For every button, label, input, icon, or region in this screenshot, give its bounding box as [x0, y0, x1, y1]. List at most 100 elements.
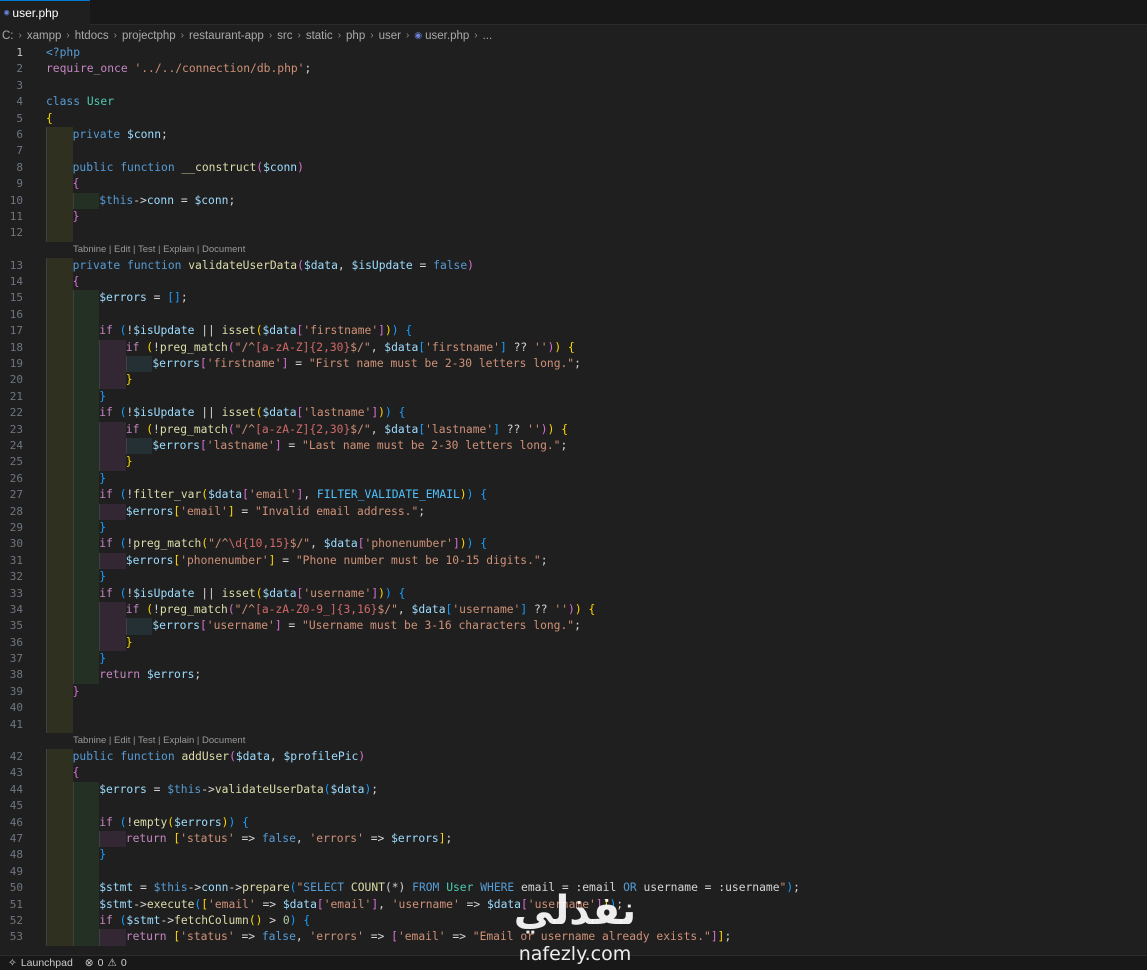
indent-guide — [99, 372, 126, 389]
line-number: 24 — [9, 438, 23, 452]
line-number: 51 — [9, 897, 23, 911]
error-count[interactable]: 0 — [98, 957, 104, 969]
code-line[interactable]: $stmt->execute(['email' => $data['email'… — [46, 896, 1146, 913]
codelens-actions[interactable]: Tabnine | Edit | Test | Explain | Docume… — [46, 242, 1146, 258]
code-line[interactable]: class User — [46, 94, 1146, 110]
code-line[interactable]: } — [46, 372, 1146, 389]
warning-count[interactable]: 0 — [121, 957, 127, 969]
code-editor[interactable]: 1 2 3 4 5 6 7 8 9 10 11 12 13 14 15 16 17 18 19 20 21 22 23 24 2… — [0, 45, 1147, 955]
line-number: 38 — [9, 668, 23, 682]
code-line[interactable] — [46, 863, 1146, 881]
code-line[interactable]: $errors = $this->validateUserData($data)… — [46, 781, 1146, 799]
code-line[interactable]: if ($stmt->fetchColumn() > 0) { — [46, 912, 1146, 930]
code-line[interactable]: $errors['lastname'] = "Last name must be… — [46, 437, 1146, 455]
breadcrumb-item[interactable]: user.php — [425, 30, 469, 42]
code-token: false — [261, 930, 296, 944]
code-line[interactable]: } — [46, 454, 1146, 471]
breadcrumb-item[interactable]: C: — [2, 30, 14, 42]
code-line[interactable]: <?php — [46, 45, 1146, 61]
code-line[interactable]: $errors['firstname'] = "First name must … — [46, 356, 1146, 373]
code-line[interactable]: public function addUser($data, $profileP… — [46, 749, 1146, 766]
code-line[interactable]: if (!$isUpdate || isset($data['username'… — [46, 585, 1146, 602]
code-line[interactable]: { — [46, 111, 1146, 127]
code-token: ) — [384, 406, 392, 420]
code-line[interactable]: if (!$isUpdate || isset($data['lastname'… — [46, 405, 1146, 422]
code-token: ; — [540, 553, 548, 567]
code-line[interactable]: } — [46, 651, 1146, 668]
code-line[interactable]: if (!empty($errors)) { — [46, 814, 1146, 831]
code-token: = — [275, 553, 296, 567]
breadcrumb-item[interactable]: xampp — [27, 30, 62, 42]
code-line[interactable]: return $errors; — [46, 667, 1146, 684]
code-line[interactable]: } — [46, 388, 1146, 406]
code-line[interactable]: return ['status' => false, 'errors' => $… — [46, 830, 1146, 848]
php-icon: ◉ — [4, 8, 10, 18]
breadcrumb-item[interactable]: projectphp — [122, 30, 176, 42]
code-line[interactable]: $errors['username'] = "Username must be … — [46, 618, 1146, 635]
breadcrumb-item[interactable]: restaurant-app — [189, 30, 264, 42]
code-token: $this — [99, 193, 134, 207]
code-token: [ — [199, 619, 207, 633]
code-line[interactable] — [46, 225, 1146, 242]
warning-icon[interactable]: ⚠ — [107, 957, 116, 969]
breadcrumb-item[interactable]: htdocs — [75, 30, 109, 42]
breadcrumb-item[interactable]: ... — [483, 30, 493, 42]
breadcrumb-item[interactable]: src — [277, 30, 292, 42]
code-line[interactable]: } — [46, 569, 1146, 586]
indent-guide — [46, 634, 73, 652]
code-line[interactable]: { — [46, 765, 1146, 782]
code-line[interactable]: if (!preg_match("/^\d{10,15}$/", $data['… — [46, 536, 1146, 553]
code-line[interactable]: private $conn; — [46, 126, 1146, 144]
code-line[interactable]: } — [46, 208, 1146, 226]
code-line[interactable]: } — [46, 683, 1146, 701]
code-line[interactable]: if (!filter_var($data['email'], FILTER_V… — [46, 487, 1146, 504]
code-line[interactable]: if (!preg_match("/^[a-zA-Z]{2,30}$/", $d… — [46, 339, 1146, 357]
code-line[interactable]: public function __construct($conn) — [46, 159, 1146, 177]
breadcrumb-item[interactable]: user — [379, 30, 401, 42]
indent-guide — [72, 339, 100, 357]
code-line[interactable]: $stmt = $this->conn->prepare("SELECT COU… — [46, 880, 1146, 897]
code-line[interactable]: if (!$isUpdate || isset($data['firstname… — [46, 323, 1146, 340]
code-line[interactable]: } — [46, 470, 1146, 488]
code-line[interactable] — [46, 798, 1146, 815]
code-line[interactable]: } — [46, 634, 1146, 652]
line-number: 53 — [9, 930, 23, 944]
code-line[interactable]: private function validateUserData($data,… — [46, 257, 1146, 275]
code-token: = — [281, 619, 303, 633]
code-line[interactable] — [46, 143, 1146, 160]
indent-guide — [72, 470, 100, 488]
code-line[interactable]: $this->conn = $conn; — [46, 192, 1146, 209]
code-line[interactable]: if (!preg_match("/^[a-zA-Z0-9_]{3,16}$/"… — [46, 601, 1146, 619]
code-line[interactable]: $errors = []; — [46, 290, 1146, 307]
code-line[interactable]: } — [46, 847, 1146, 864]
code-line[interactable]: if (!preg_match("/^[a-zA-Z]{2,30}$/", $d… — [46, 421, 1146, 438]
code-token: ) — [384, 324, 392, 338]
code-line[interactable] — [46, 78, 1146, 94]
error-icon[interactable]: ⊗ — [85, 957, 94, 969]
code-token: = — [146, 782, 168, 796]
code-line[interactable]: return ['status' => false, 'errors' => [… — [46, 929, 1146, 946]
code-line[interactable]: { — [46, 274, 1146, 291]
launchpad-label[interactable]: Launchpad — [21, 957, 73, 969]
code-line[interactable] — [46, 700, 1146, 717]
code-line[interactable]: require_once '../../connection/db.php'; — [46, 61, 1146, 77]
indent-guide — [72, 421, 100, 438]
breadcrumb-item[interactable]: static — [306, 30, 333, 42]
code-line[interactable]: { — [46, 176, 1146, 193]
line-number: 49 — [9, 864, 23, 878]
code-line[interactable]: $errors['email'] = "Invalid email addres… — [46, 503, 1146, 520]
code-line[interactable]: $errors['phonenumber'] = "Phone number m… — [46, 552, 1146, 570]
code-token: ; — [180, 291, 188, 305]
line-number: 9 — [16, 177, 23, 191]
indent-guide — [46, 159, 73, 177]
code-line[interactable]: } — [46, 519, 1146, 537]
remote-icon[interactable]: ✧ — [8, 957, 17, 969]
tab-user-php[interactable]: ◉ user.php — [0, 0, 90, 25]
code-line[interactable] — [46, 716, 1146, 734]
code-line[interactable] — [46, 306, 1146, 324]
chevron-right-icon: › — [18, 30, 22, 41]
breadcrumb-item[interactable]: php — [346, 30, 365, 42]
code-area[interactable]: <?php require_once '../../connection/db.p… — [46, 45, 1146, 946]
codelens-actions[interactable]: Tabnine | Edit | Test | Explain | Docume… — [46, 733, 1146, 749]
